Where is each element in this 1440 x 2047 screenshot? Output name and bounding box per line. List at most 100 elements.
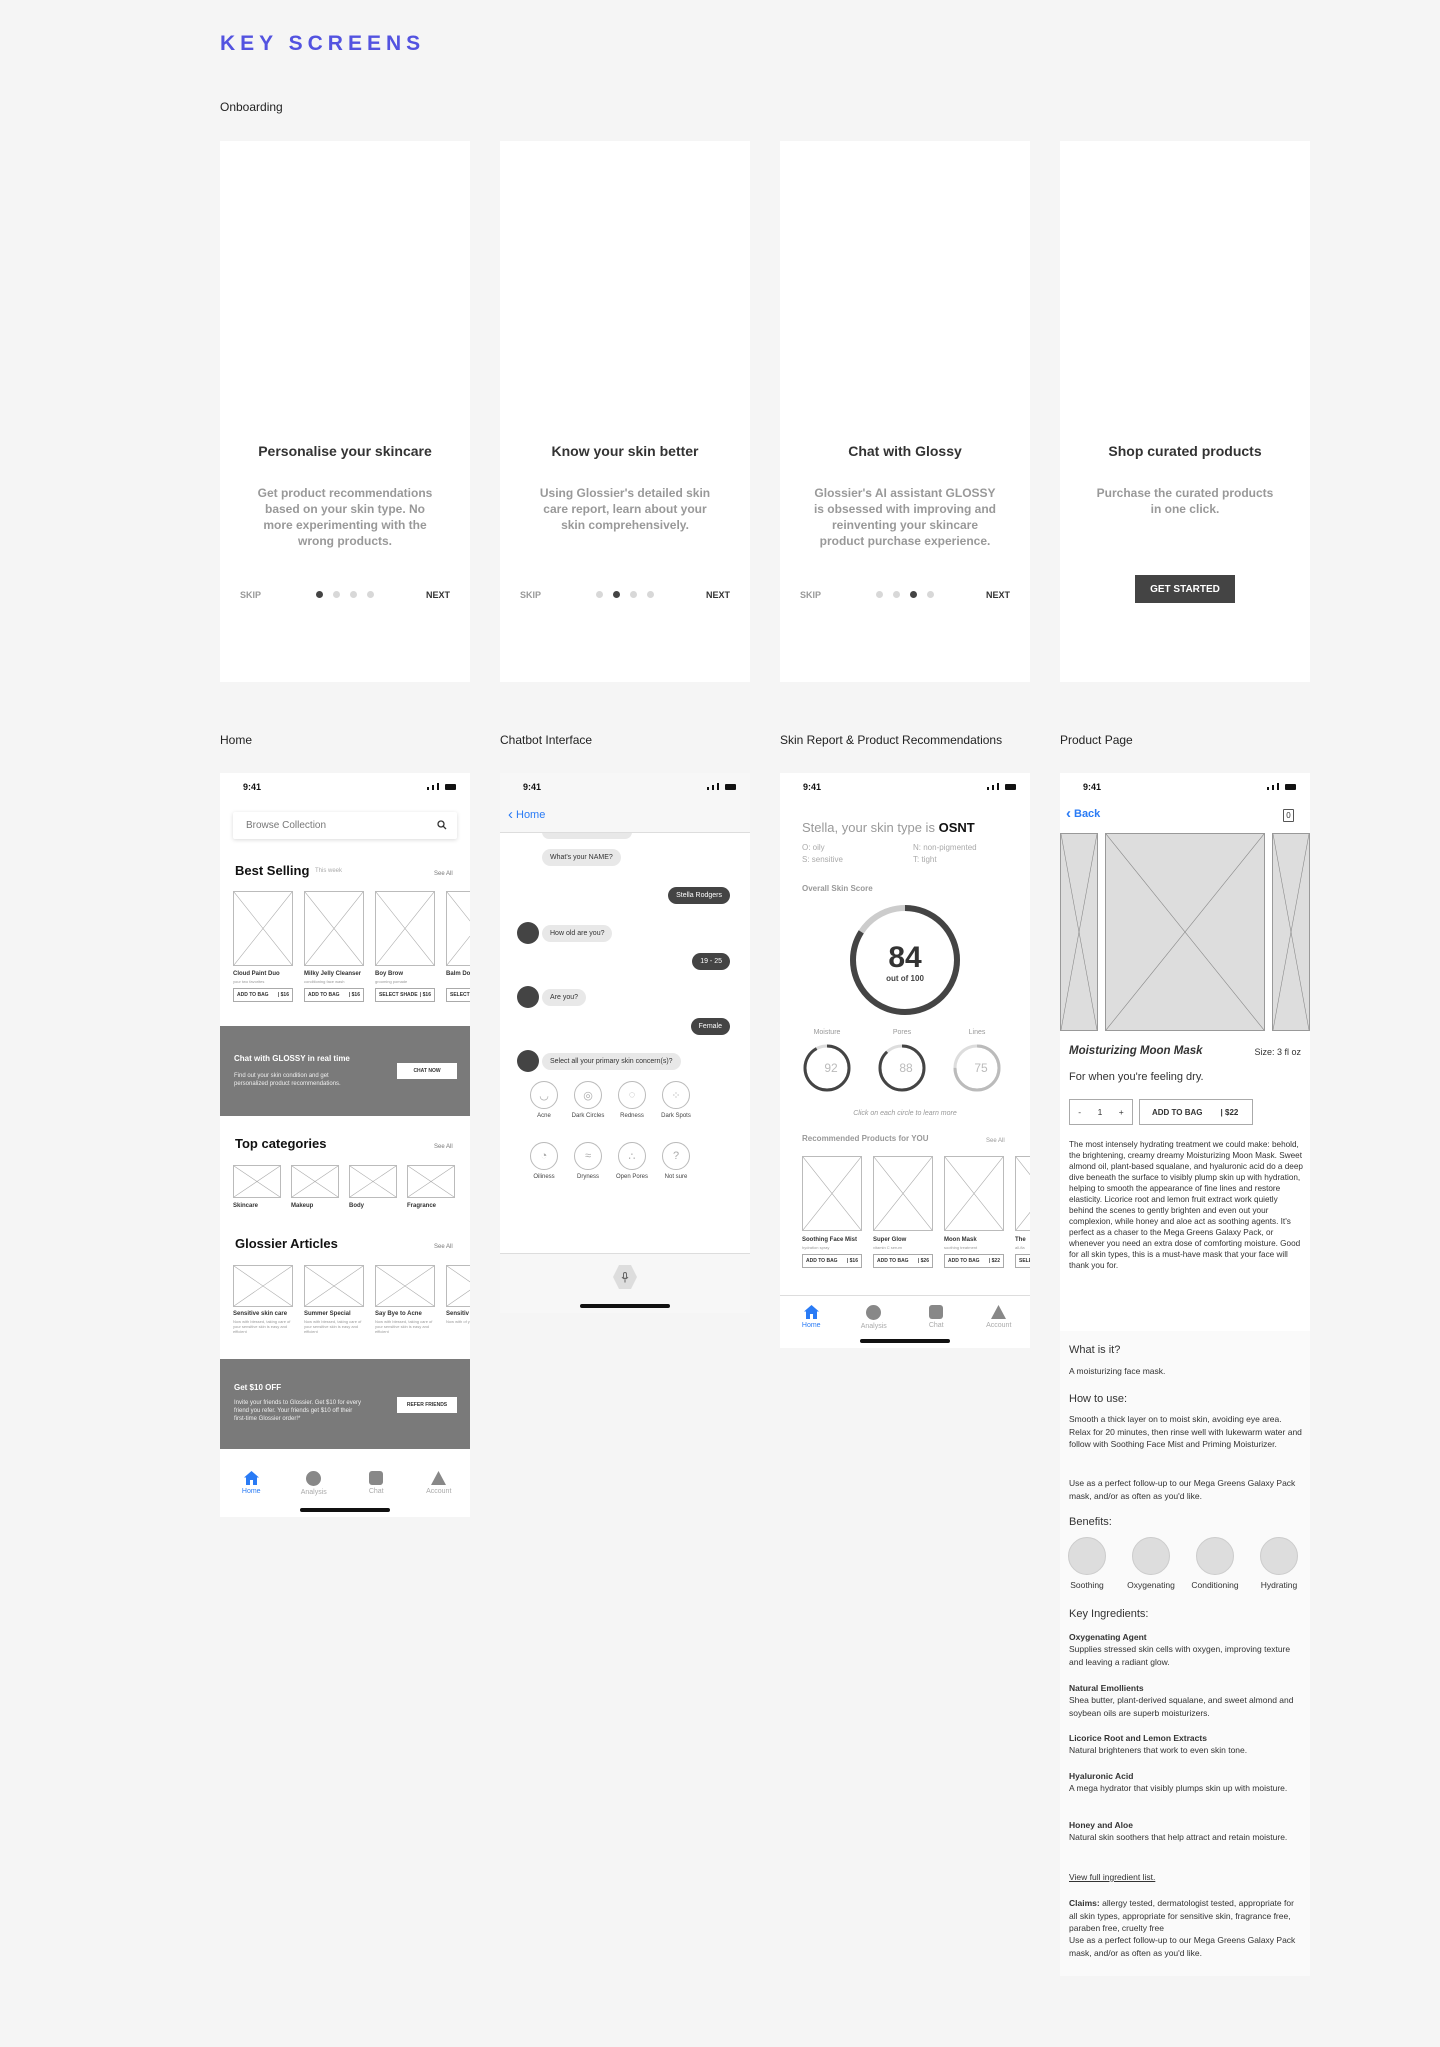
home-indicator: [580, 1304, 670, 1308]
product-buy-button[interactable]: ADD TO BAG | $26: [873, 1254, 933, 1268]
status-bar: 9:41: [1060, 773, 1310, 801]
tab-home[interactable]: Home: [786, 1305, 836, 1347]
buy-price: | $16: [419, 992, 431, 998]
product-image-prev[interactable]: [1060, 833, 1098, 1031]
qty-minus-button[interactable]: -: [1078, 1107, 1081, 1117]
chat-icon: [929, 1305, 944, 1319]
dot[interactable]: [350, 591, 357, 598]
dot-active[interactable]: [910, 591, 917, 598]
concern-icon: ≈: [574, 1142, 602, 1170]
product-thumbnail[interactable]: [446, 891, 470, 966]
next-button[interactable]: NEXT: [986, 590, 1010, 600]
category-thumbnail[interactable]: [233, 1165, 281, 1198]
get-started-button[interactable]: GET STARTED: [1135, 575, 1235, 603]
dot-active[interactable]: [316, 591, 323, 598]
back-button[interactable]: ‹ Home: [508, 807, 545, 822]
refer-friends-button[interactable]: REFER FRIENDS: [397, 1397, 457, 1413]
product-image-next[interactable]: [1272, 833, 1310, 1031]
product-thumbnail[interactable]: [1015, 1156, 1030, 1231]
product-thumbnail[interactable]: [375, 891, 435, 966]
concern-option[interactable]: ? Not sure: [646, 1142, 706, 1180]
hint-text: Click on each circle to learn more: [853, 1110, 957, 1117]
product-buy-button[interactable]: ADD TO BAG | $16: [233, 988, 293, 1002]
see-all-link[interactable]: See All: [434, 1244, 453, 1250]
dot[interactable]: [596, 591, 603, 598]
dot[interactable]: [893, 591, 900, 598]
tab-analysis[interactable]: Analysis: [289, 1471, 339, 1513]
dot[interactable]: [647, 591, 654, 598]
category-thumbnail[interactable]: [349, 1165, 397, 1198]
category-label[interactable]: Fragrance: [407, 1203, 436, 1209]
product-thumbnail[interactable]: [873, 1156, 933, 1231]
tab-account[interactable]: Account: [974, 1305, 1024, 1347]
concern-option[interactable]: ⁘ Dark Spots: [646, 1081, 706, 1119]
dot[interactable]: [927, 591, 934, 598]
article-thumbnail[interactable]: [233, 1265, 293, 1307]
microphone-button[interactable]: [613, 1265, 637, 1289]
article-title[interactable]: Say Bye to Acne: [375, 1311, 422, 1317]
article-thumbnail[interactable]: [446, 1265, 470, 1307]
article-thumbnail[interactable]: [304, 1265, 364, 1307]
see-all-link[interactable]: See All: [434, 1144, 453, 1150]
analysis-icon: [866, 1305, 882, 1320]
product-buy-button[interactable]: SELECT SHADE | $16: [375, 988, 435, 1002]
benefit-icon: [1132, 1537, 1170, 1575]
product-thumbnail[interactable]: [944, 1156, 1004, 1231]
category-thumbnail[interactable]: [407, 1165, 455, 1198]
quantity-stepper[interactable]: - 1 +: [1069, 1099, 1133, 1125]
product-buy-button[interactable]: SELE: [1015, 1254, 1030, 1268]
product-thumbnail[interactable]: [802, 1156, 862, 1231]
product-buy-button[interactable]: ADD TO BAG | $16: [304, 988, 364, 1002]
category-label[interactable]: Body: [349, 1203, 364, 1209]
buy-label: ADD TO BAG: [237, 992, 269, 998]
tab-home[interactable]: Home: [226, 1471, 276, 1513]
bot-avatar: [517, 922, 539, 944]
what-title: What is it?: [1069, 1344, 1121, 1356]
buy-price: | $22: [988, 1258, 1000, 1264]
article-thumbnail[interactable]: [375, 1265, 435, 1307]
articles-title: Glossier Articles: [235, 1236, 338, 1251]
product-thumbnail[interactable]: [304, 891, 364, 966]
see-all-link[interactable]: See All: [986, 1138, 1005, 1144]
article-title[interactable]: Sensitiv: [446, 1311, 469, 1317]
dot[interactable]: [876, 591, 883, 598]
product-buy-button[interactable]: SELECT: [446, 988, 470, 1002]
tab-chat[interactable]: Chat: [351, 1471, 401, 1513]
back-button[interactable]: ‹ Back: [1066, 806, 1100, 821]
onboarding-card-2: Know your skin better Using Glossier's d…: [500, 141, 750, 682]
dot[interactable]: [333, 591, 340, 598]
buy-label: ADD TO BAG: [806, 1258, 838, 1264]
dot-active[interactable]: [613, 591, 620, 598]
chat-now-button[interactable]: CHAT NOW: [397, 1063, 457, 1079]
product-image[interactable]: [1105, 833, 1265, 1031]
next-button[interactable]: NEXT: [426, 590, 450, 600]
product-thumbnail[interactable]: [233, 891, 293, 966]
buy-price: | $16: [348, 992, 360, 998]
product-name: Balm Do: [446, 971, 470, 977]
full-ingredient-link[interactable]: View full ingredient list.: [1069, 1872, 1155, 1882]
bag-icon[interactable]: 0: [1283, 809, 1294, 822]
dot[interactable]: [367, 591, 374, 598]
refer-title: Get $10 OFF: [234, 1383, 282, 1392]
refer-banner: Get $10 OFF Invite your friends to Gloss…: [220, 1359, 470, 1449]
category-label[interactable]: Skincare: [233, 1203, 258, 1209]
dot[interactable]: [630, 591, 637, 598]
add-to-bag-button[interactable]: ADD TO BAG | $22: [1139, 1099, 1253, 1125]
product-buy-button[interactable]: ADD TO BAG | $16: [802, 1254, 862, 1268]
section-label-home: Home: [220, 733, 253, 747]
next-button[interactable]: NEXT: [706, 590, 730, 600]
qty-plus-button[interactable]: +: [1119, 1107, 1124, 1117]
tab-account[interactable]: Account: [414, 1471, 464, 1513]
category-label[interactable]: Makeup: [291, 1203, 313, 1209]
skin-report-screen: 9:41 Stella, your skin type is OSNT O: o…: [780, 773, 1030, 1348]
chat-icon: [369, 1471, 384, 1485]
refer-desc: Invite your friends to Glossier. Get $10…: [234, 1400, 362, 1422]
category-thumbnail[interactable]: [291, 1165, 339, 1198]
buy-label: SELECT SHADE: [379, 992, 418, 998]
concern-icon: ◡: [530, 1081, 558, 1109]
product-buy-button[interactable]: ADD TO BAG | $22: [944, 1254, 1004, 1268]
concern-label: Dark Spots: [661, 1113, 691, 1119]
benefit-icon: [1196, 1537, 1234, 1575]
article-title[interactable]: Summer Special: [304, 1311, 351, 1317]
article-title[interactable]: Sensitive skin care: [233, 1311, 287, 1317]
